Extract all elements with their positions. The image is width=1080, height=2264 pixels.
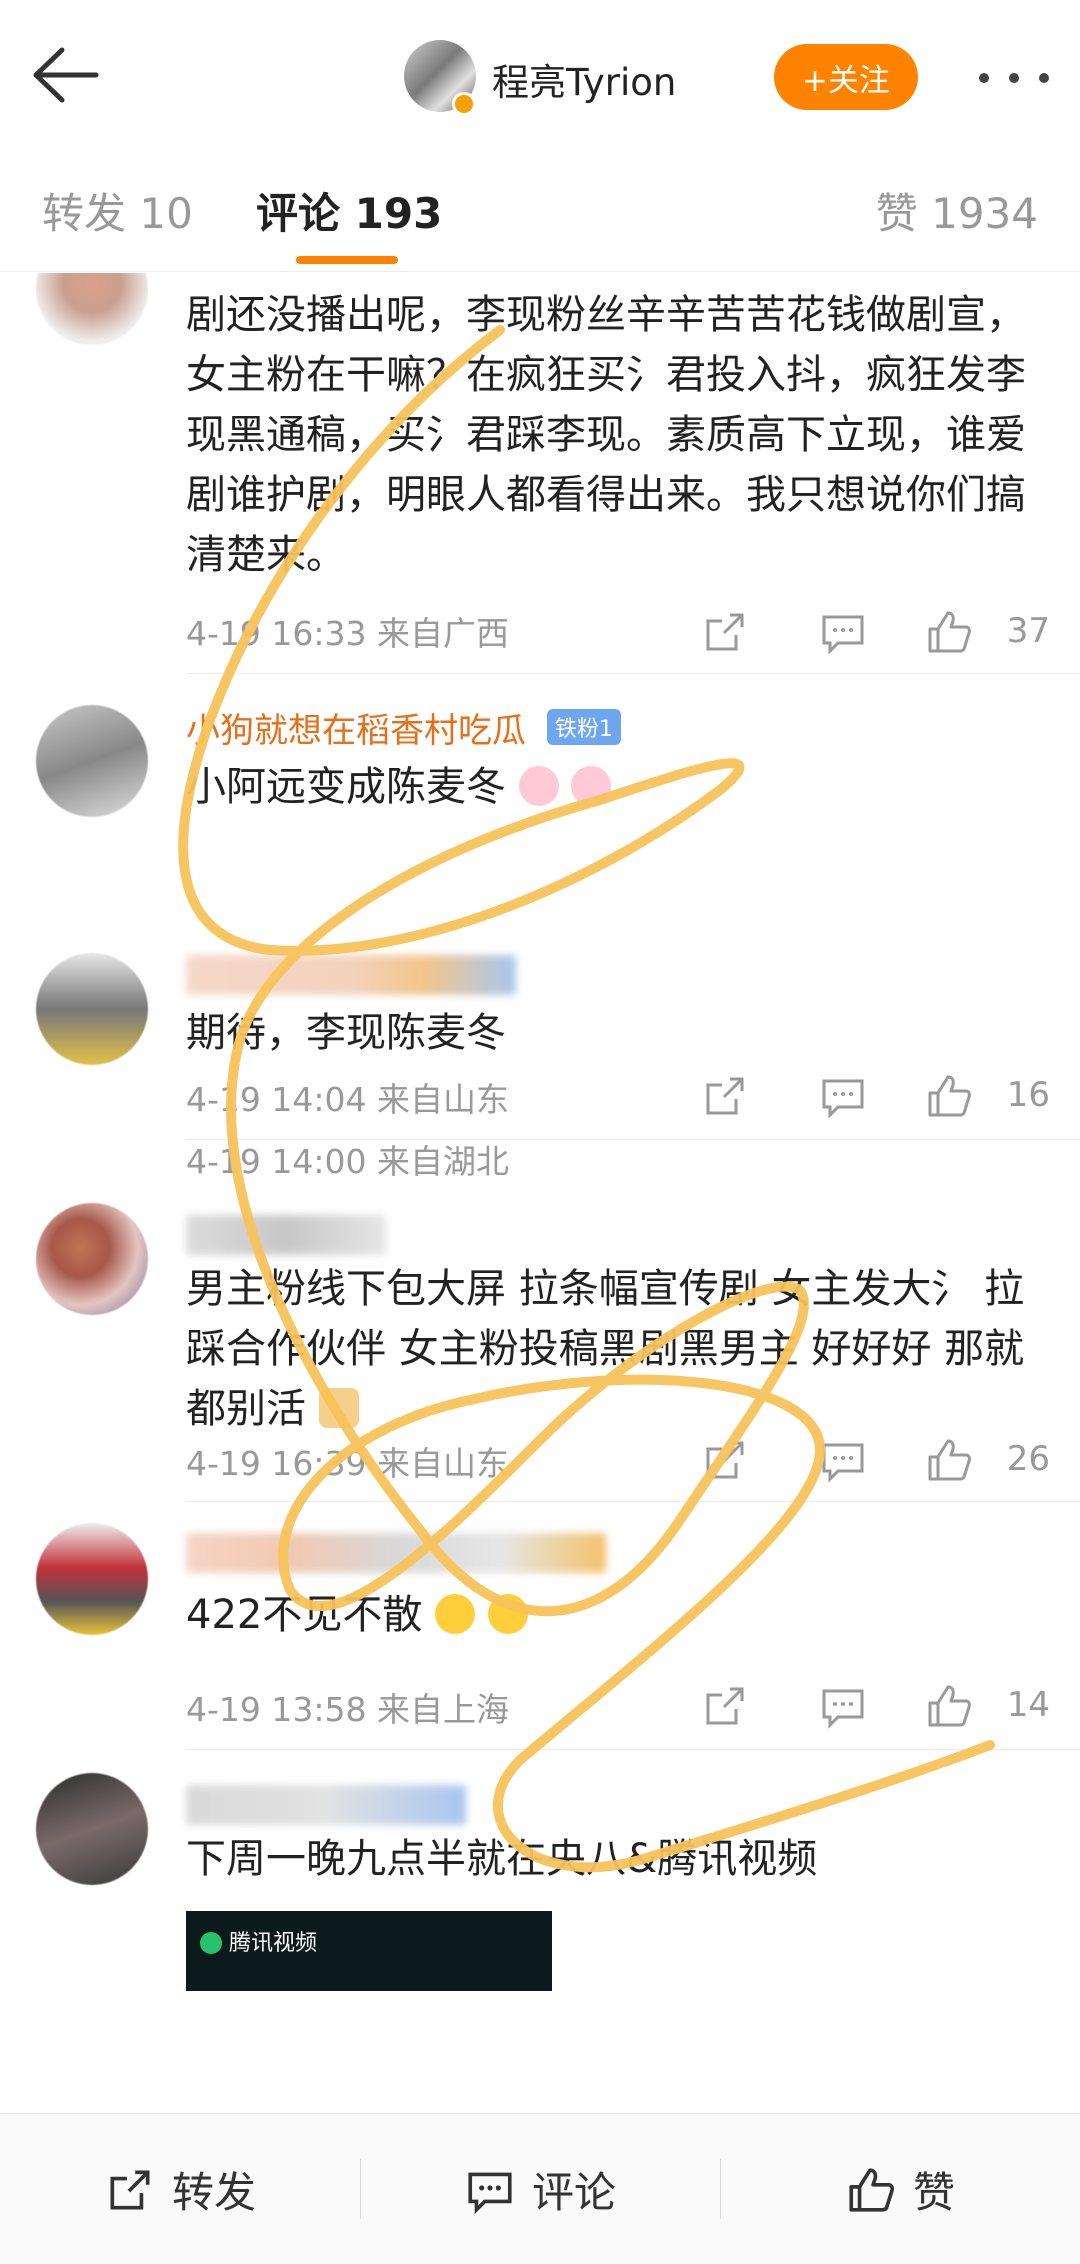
comment-text: 422不见不散 [186, 1585, 1046, 1645]
fan-badge: 铁粉1 [546, 709, 621, 745]
divider [186, 1749, 1080, 1750]
commenter-avatar[interactable] [36, 1203, 148, 1315]
bottom-action-bar: 转发 评论 赞 [0, 2113, 1080, 2264]
author-name[interactable]: 程亮Tyrion [492, 52, 676, 106]
commenter-avatar[interactable] [36, 1773, 148, 1885]
like-count: 26 [1006, 1439, 1050, 1479]
comment-icon [468, 2172, 512, 2214]
commenter-name-blurred [186, 1215, 386, 1255]
commenter-name-blurred [186, 1533, 606, 1573]
bunny-emoji-icon [518, 766, 559, 806]
forward-icon[interactable] [700, 1071, 750, 1121]
comment-actions: 26 [700, 1435, 1050, 1485]
comment-text-content: 男主粉线下包大屏 拉条幅宣传剧 女主发大氵 拉踩合作伙伴 女主粉投稿黑剧黑男主 … [186, 1266, 1025, 1432]
forward-icon[interactable] [700, 1435, 750, 1485]
tab-forward[interactable]: 转发 10 [42, 180, 193, 241]
commenter-avatar[interactable] [36, 953, 148, 1065]
commenter-avatar[interactable] [36, 705, 148, 817]
comment-meta: 4-19 14:04 来自山东 [186, 1080, 509, 1119]
commenter-name-blurred [186, 955, 516, 995]
comment-text-content: 小阿远变成陈麦冬 [186, 764, 506, 810]
bunny-emoji-icon [571, 766, 612, 806]
divider [186, 1139, 1080, 1140]
party-face-emoji-icon [487, 1594, 528, 1634]
comment-list[interactable]: 剧还没播出呢，李现粉丝辛辛苦苦花钱做剧宣，女主粉在干嘛？在疯狂买氵君投入抖，疯狂… [0, 273, 1080, 2113]
like-count: 14 [1006, 1685, 1050, 1725]
commenter-avatar[interactable] [36, 273, 148, 345]
bottom-forward-label: 转发 [171, 2168, 256, 2217]
video-logo: 腾讯视频 [200, 1925, 317, 1957]
commenter-avatar[interactable] [36, 1523, 148, 1635]
bottom-comment-label: 评论 [531, 2168, 616, 2217]
video-thumbnail[interactable]: 腾讯视频 [186, 1911, 552, 1991]
bottom-comment-button[interactable]: 评论 [360, 2114, 720, 2264]
commenter-name[interactable]: 小狗就想在稻香村吃瓜 铁粉1 [186, 703, 621, 752]
comment-meta: 4-19 13:58 来自上海 [186, 1690, 509, 1729]
commenter-name-blurred [186, 1785, 466, 1825]
comment-text-content: 422不见不散 [186, 1592, 423, 1638]
comment-text: 下周一晚九点半就在央八&腾讯视频 [186, 1836, 818, 1882]
comment-meta: 4-19 16:39 来自山东 [186, 1444, 509, 1483]
commenter-name-text: 小狗就想在稻香村吃瓜 [186, 711, 526, 751]
clap-hands-emoji-icon [318, 1388, 359, 1428]
follow-button[interactable]: +关注 [774, 44, 918, 110]
top-bar: 程亮Tyrion +关注 [0, 0, 1080, 150]
party-face-emoji-icon [435, 1594, 476, 1634]
tab-like[interactable]: 赞 1934 [876, 180, 1038, 241]
like-icon [849, 2167, 894, 2212]
reply-icon[interactable] [818, 1071, 868, 1121]
like-count: 37 [1006, 611, 1050, 651]
comment-text: 男主粉线下包大屏 拉条幅宣传剧 女主发大氵 拉踩合作伙伴 女主粉投稿黑剧黑男主 … [186, 1259, 1046, 1439]
play-icon [200, 1932, 222, 1954]
tab-bar: 转发 10 评论 193 赞 1934 [0, 150, 1080, 272]
like-icon[interactable] [924, 607, 974, 657]
tab-comment[interactable]: 评论 193 [256, 180, 442, 241]
reply-icon[interactable] [818, 1435, 868, 1485]
forward-icon [110, 2170, 150, 2209]
comment-text: 剧还没播出呢，李现粉丝辛辛苦苦花钱做剧宣，女主粉在干嘛？在疯狂买氵君投入抖，疯狂… [186, 292, 1026, 578]
comment-actions: 37 [700, 607, 1050, 657]
comment-actions: 14 [700, 1681, 1050, 1731]
verified-badge-icon [452, 92, 476, 116]
like-icon[interactable] [924, 1681, 974, 1731]
like-icon[interactable] [924, 1071, 974, 1121]
comment-text: 小阿远变成陈麦冬 [186, 757, 1046, 817]
comment-text: 期待，李现陈麦冬 [186, 1010, 506, 1056]
like-icon[interactable] [924, 1435, 974, 1485]
comment-meta: 4-19 14:00 来自湖北 [186, 1142, 509, 1181]
reply-icon[interactable] [818, 1681, 868, 1731]
bottom-forward-button[interactable]: 转发 [0, 2114, 360, 2264]
video-source-label: 腾讯视频 [229, 1931, 318, 1956]
back-arrow-icon[interactable] [26, 40, 106, 110]
divider [186, 673, 1080, 674]
forward-icon[interactable] [700, 607, 750, 657]
comment-actions: 16 [700, 1071, 1050, 1121]
like-count: 16 [1006, 1075, 1050, 1115]
forward-icon[interactable] [700, 1681, 750, 1731]
divider [186, 1501, 1080, 1502]
bottom-like-button[interactable]: 赞 [720, 2114, 1080, 2264]
active-tab-indicator [296, 256, 398, 264]
bottom-like-label: 赞 [912, 2168, 955, 2217]
reply-icon[interactable] [818, 607, 868, 657]
comment-meta: 4-19 16:33 来自广西 [186, 614, 509, 653]
more-icon[interactable] [974, 58, 1054, 98]
